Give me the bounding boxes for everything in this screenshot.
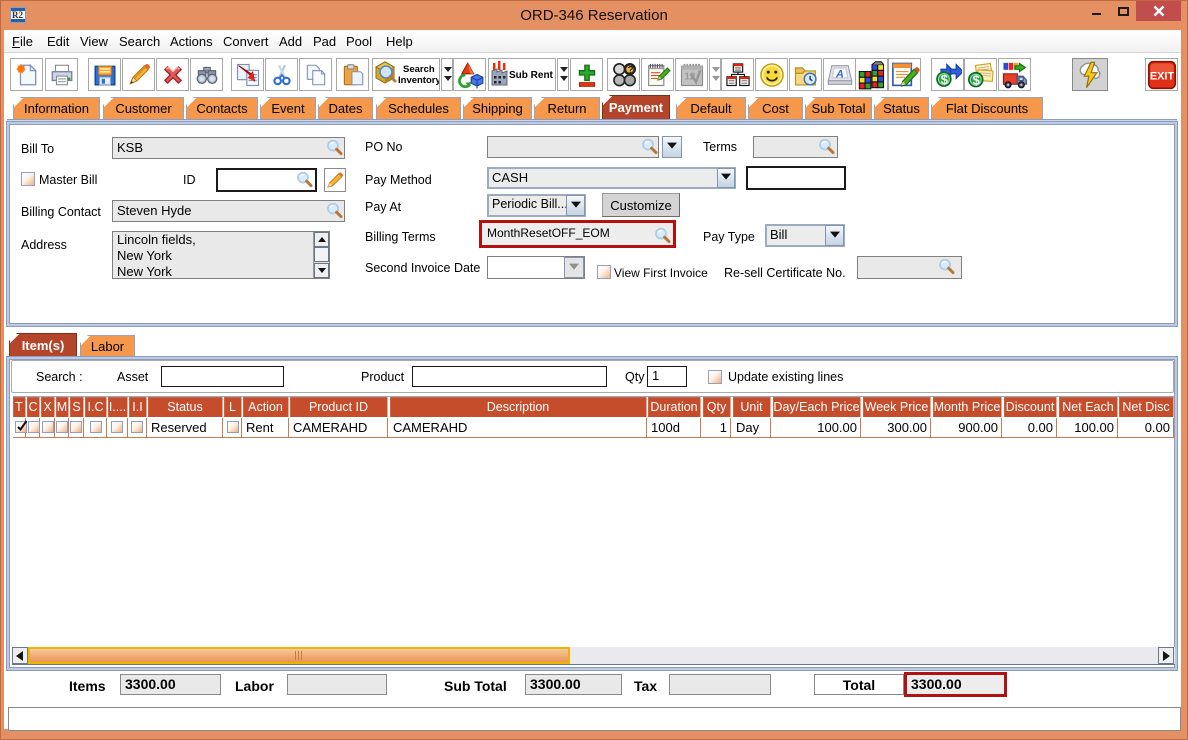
svg-text:$: $ [972, 72, 979, 87]
svg-text:$: $ [940, 71, 947, 86]
svg-text:?: ? [627, 64, 633, 75]
svg-text:EXIT: EXIT [1149, 70, 1174, 82]
svg-text:Sub Rent: Sub Rent [509, 70, 554, 81]
svg-text:A: A [834, 68, 843, 80]
svg-text:Search: Search [403, 64, 435, 75]
svg-text:Inventory: Inventory [398, 75, 439, 86]
